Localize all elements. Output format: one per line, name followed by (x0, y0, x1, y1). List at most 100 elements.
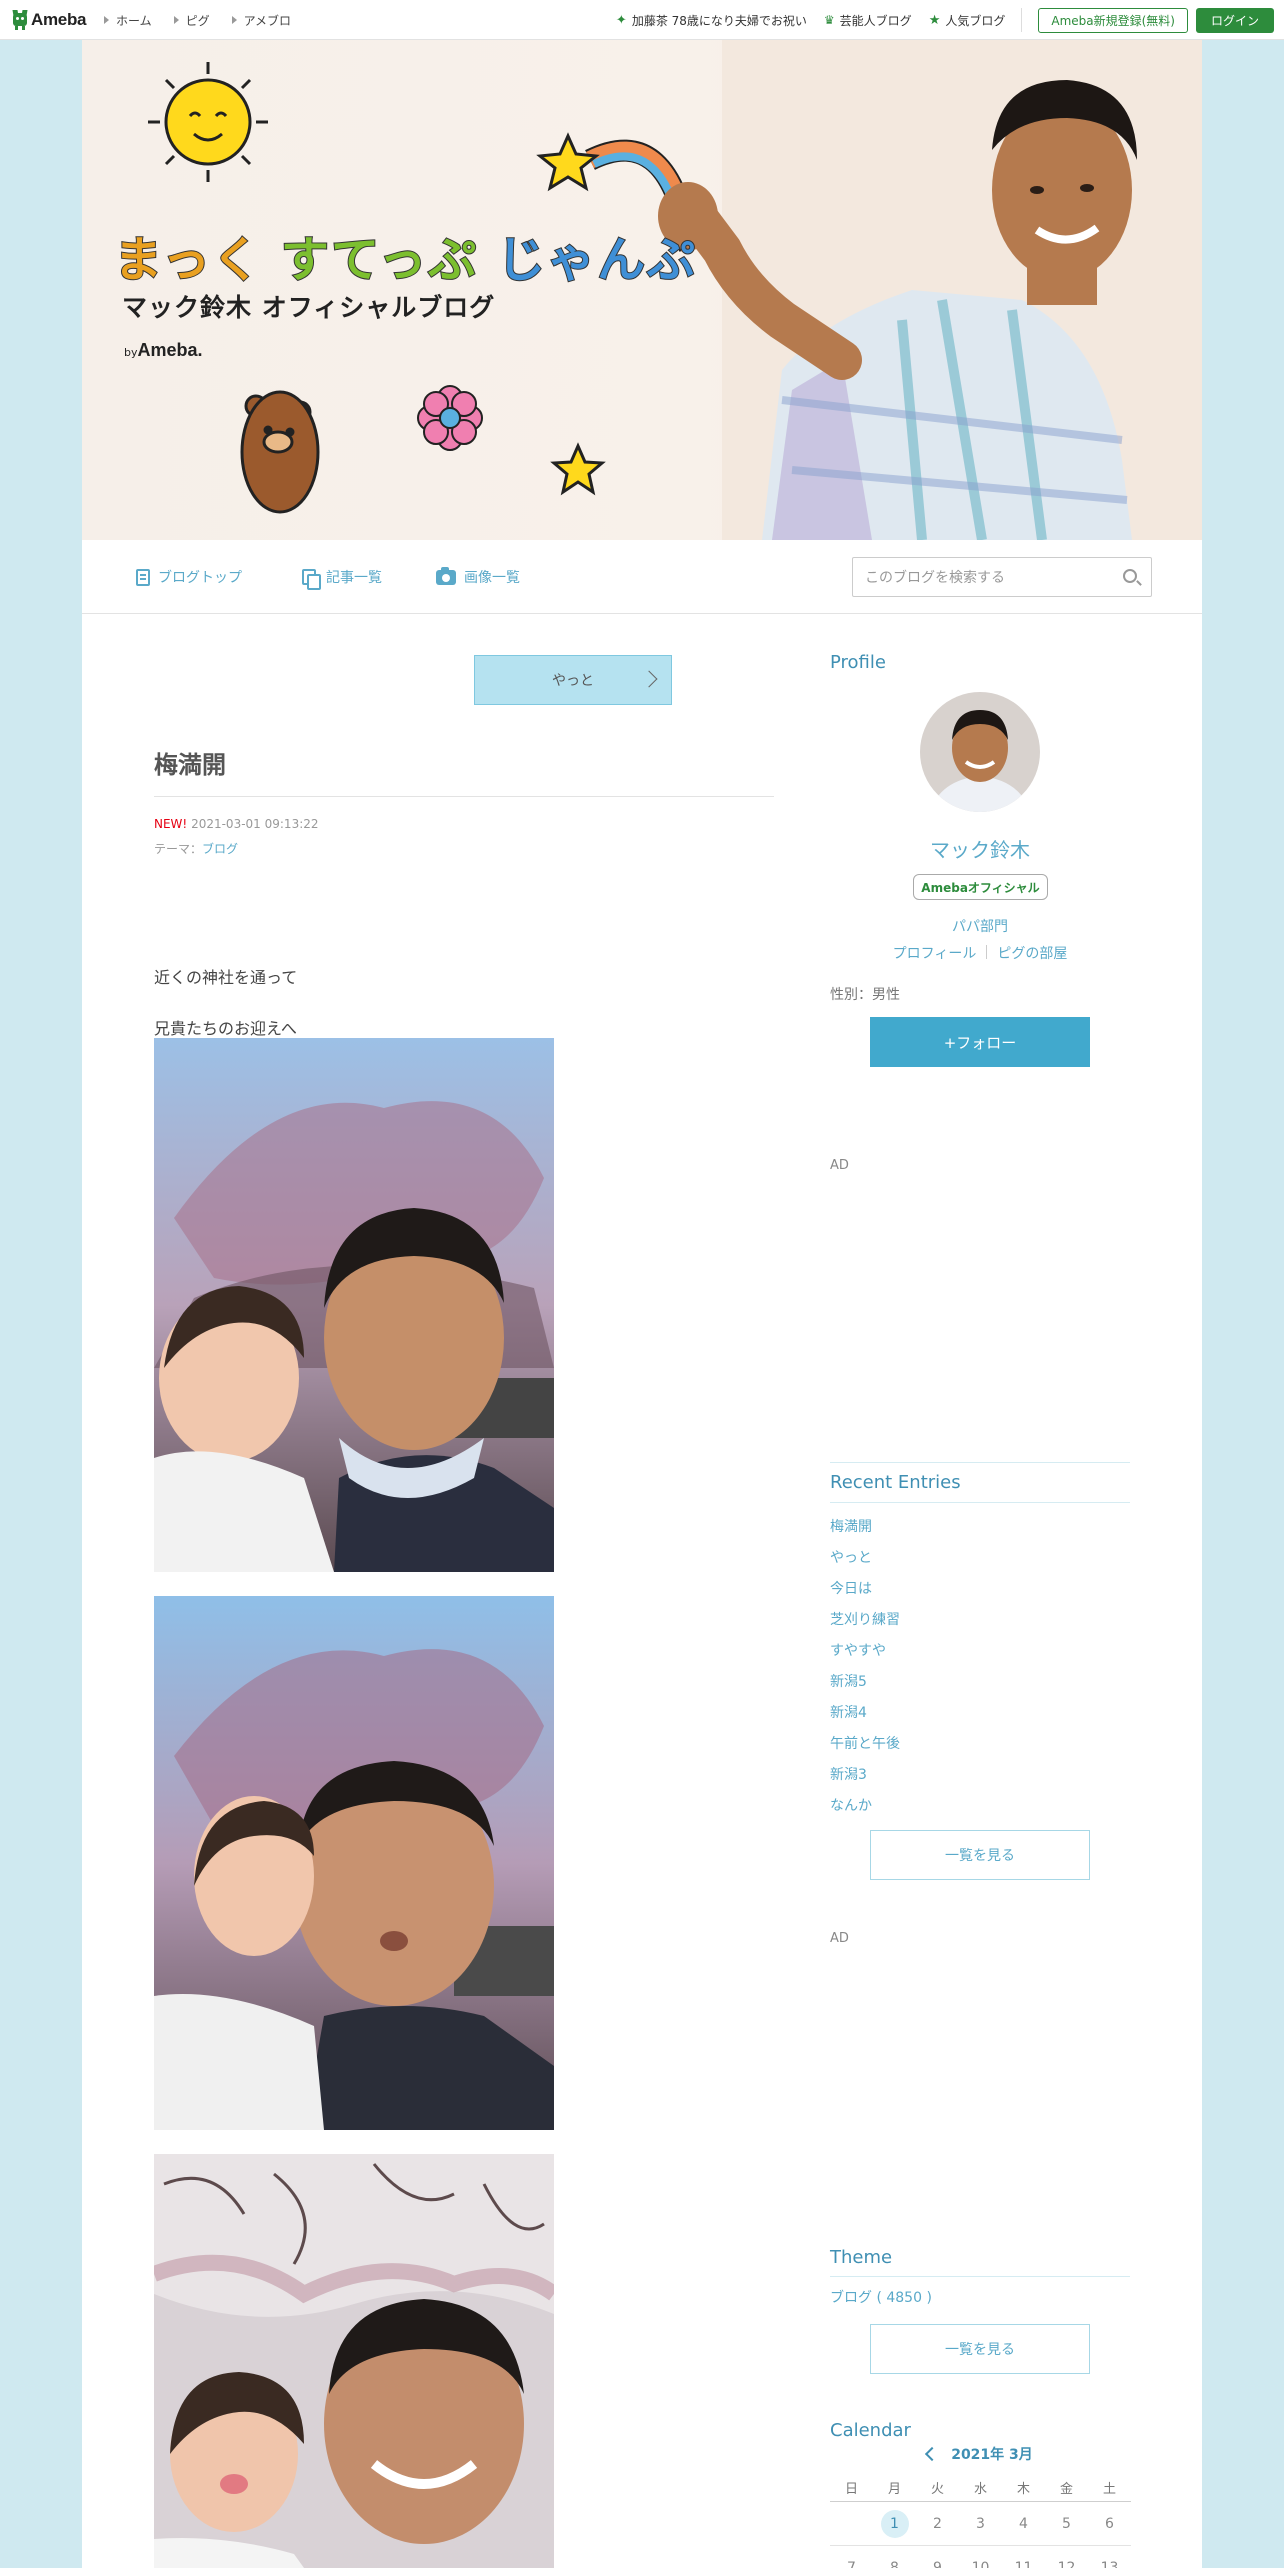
brand-label: Ameba. (137, 340, 203, 360)
by-ameba: byAmeba. (124, 340, 203, 361)
calendar-day[interactable]: 1 (873, 2502, 916, 2545)
document-icon (136, 568, 150, 586)
recent-entry-link[interactable]: 梅満開 (830, 1516, 872, 1536)
popular-blog-link[interactable]: ★ 人気ブログ (929, 12, 1006, 29)
chevron-right-icon (640, 670, 658, 688)
calendar-day: 11 (1014, 2559, 1033, 2568)
nav-entry-list[interactable]: 記事一覧 (302, 567, 382, 590)
nav-label: ホーム (116, 13, 152, 28)
recent-see-all-button[interactable]: 一覧を見る (870, 1830, 1090, 1880)
weekday: 日 (844, 2481, 858, 2497)
calendar-day: 4 (1019, 2515, 1028, 2532)
divider (986, 945, 988, 959)
popular-blog-label: 人気ブログ (945, 13, 1006, 28)
title-part: すてっぷ (280, 231, 479, 289)
entry-photo[interactable] (154, 1596, 554, 2130)
calendar-nav: 2021年 3月 (830, 2444, 1130, 2464)
recent-entry-link[interactable]: やっと (830, 1547, 872, 1567)
profile-heading: Profile (830, 652, 886, 673)
ad-label: AD (830, 1158, 849, 1173)
global-header: Ameba ホーム ピグ アメブロ ✦ 加藤茶 78歳になり夫婦でお祝い ♛ 芸能人… (0, 0, 1284, 40)
sun-icon (148, 62, 268, 182)
divider (1021, 8, 1023, 32)
caret-right-icon (173, 16, 179, 24)
camera-icon (436, 566, 456, 585)
ameba-logo[interactable]: Ameba (12, 9, 86, 31)
nav-label: ブログトップ (158, 570, 242, 586)
mac-suzuki-photo (658, 40, 1202, 540)
search-icon[interactable] (1123, 569, 1137, 583)
calendar-day (830, 2502, 873, 2545)
prev-entry-button[interactable]: やっと (474, 655, 672, 705)
calendar-day: 6 (1105, 2515, 1114, 2532)
calendar-day: 3 (976, 2515, 985, 2532)
star-icon: ✦ (615, 12, 627, 28)
blog-title-logo: まっく すてっぷ じゃんぷ (113, 220, 698, 290)
blog-subtitle: マック鈴木 オフィシャルブログ (122, 293, 496, 322)
theme-link[interactable]: ブログ ( 4850 ) (830, 2287, 932, 2307)
entry-title[interactable]: 梅満開 (154, 745, 226, 780)
login-button[interactable]: ログイン (1195, 7, 1274, 33)
nav-image-list[interactable]: 画像一覧 (436, 566, 520, 587)
header-right: ✦ 加藤茶 78歳になり夫婦でお祝い ♛ 芸能人ブログ ★ 人気ブログ Ameba新規… (616, 0, 1274, 40)
by-label: by (124, 346, 138, 359)
entry-theme: テーマ：ブログ (154, 840, 238, 857)
new-badge: NEW! (154, 817, 188, 831)
profile-gender: 性別：男性 (830, 987, 900, 1003)
title-part: じゃんぷ (496, 231, 698, 289)
blog-search-input[interactable]: このブログを検索する (852, 557, 1152, 597)
profile-name[interactable]: マック鈴木 (830, 834, 1130, 863)
recent-entry-link[interactable]: 新潟4 (830, 1702, 867, 1722)
entry-text: 近くの神社を通って (154, 968, 298, 987)
recent-entry-link[interactable]: 新潟3 (830, 1764, 867, 1784)
recent-entry-link[interactable]: 新潟5 (830, 1671, 867, 1691)
global-nav-pigg[interactable]: ピグ (173, 12, 210, 29)
profile-link[interactable]: プロフィール (893, 943, 977, 963)
calendar-day-current[interactable]: 1 (880, 2509, 909, 2538)
topic-label: 加藤茶 78歳になり夫婦でお祝い (631, 13, 807, 28)
entry-meta: NEW! 2021-03-01 09:13:22 (154, 817, 319, 831)
recent-entry-link[interactable]: すやすや (830, 1640, 886, 1660)
follow-button[interactable]: +フォロー (870, 1017, 1090, 1067)
small-star-icon (550, 442, 606, 496)
divider (830, 1462, 1130, 1463)
ameba-mascot-icon (12, 10, 28, 30)
blog-page: まっく すてっぷ じゃんぷ マック鈴木 オフィシャルブログ byAmeba. ブ… (82, 40, 1202, 2568)
register-button[interactable]: Ameba新規登録(無料) (1038, 7, 1188, 33)
global-nav-ameblo[interactable]: アメブロ (231, 12, 292, 29)
recent-entry-link[interactable]: なんか (830, 1795, 872, 1815)
global-nav-home[interactable]: ホーム (104, 12, 152, 29)
caret-right-icon (104, 16, 109, 24)
calendar-day: 9 (933, 2559, 942, 2568)
recent-entry-link[interactable]: 芝刈り練習 (830, 1609, 900, 1629)
ad-label: AD (830, 1931, 849, 1946)
ameba-official-badge[interactable]: Amebaオフィシャル (913, 874, 1048, 900)
copy-icon (302, 568, 321, 590)
profile-category[interactable]: パパ部門 (830, 916, 1130, 936)
nav-blog-top[interactable]: ブログトップ (136, 567, 242, 587)
calendar-week: 1 2 3 4 5 6 (830, 2502, 1131, 2546)
nav-label: ピグ (185, 13, 210, 28)
search-placeholder: このブログを検索する (865, 570, 1005, 586)
crown-icon: ♛ (823, 13, 835, 27)
theme-label: テーマ： (154, 842, 203, 856)
profile-avatar[interactable] (920, 692, 1040, 812)
topic-link[interactable]: ✦ 加藤茶 78歳になり夫婦でお祝い (616, 12, 807, 29)
title-part: まっく (113, 231, 263, 289)
entry-photo[interactable] (154, 2154, 554, 2568)
theme-link[interactable]: ブログ (202, 842, 238, 856)
celebrity-blog-link[interactable]: ♛ 芸能人ブログ (824, 12, 912, 29)
pigg-room-link[interactable]: ピグの部屋 (997, 943, 1067, 963)
recent-entry-link[interactable]: 午前と午後 (830, 1733, 900, 1753)
theme-see-all-button[interactable]: 一覧を見る (870, 2324, 1090, 2374)
chevron-left-icon[interactable] (925, 2446, 940, 2462)
recent-entry-link[interactable]: 今日は (830, 1578, 872, 1598)
star-icon: ★ (928, 12, 941, 28)
blog-header-banner[interactable]: まっく すてっぷ じゃんぷ マック鈴木 オフィシャルブログ byAmeba. (82, 40, 1202, 540)
entry-photo[interactable] (154, 1038, 554, 1572)
entry-datetime: 2021-03-01 09:13:22 (191, 817, 319, 831)
calendar-day: 13 (1100, 2559, 1119, 2568)
nav-label: アメブロ (243, 13, 292, 28)
nav-label: 記事一覧 (326, 570, 382, 586)
nav-label: 画像一覧 (464, 570, 520, 586)
